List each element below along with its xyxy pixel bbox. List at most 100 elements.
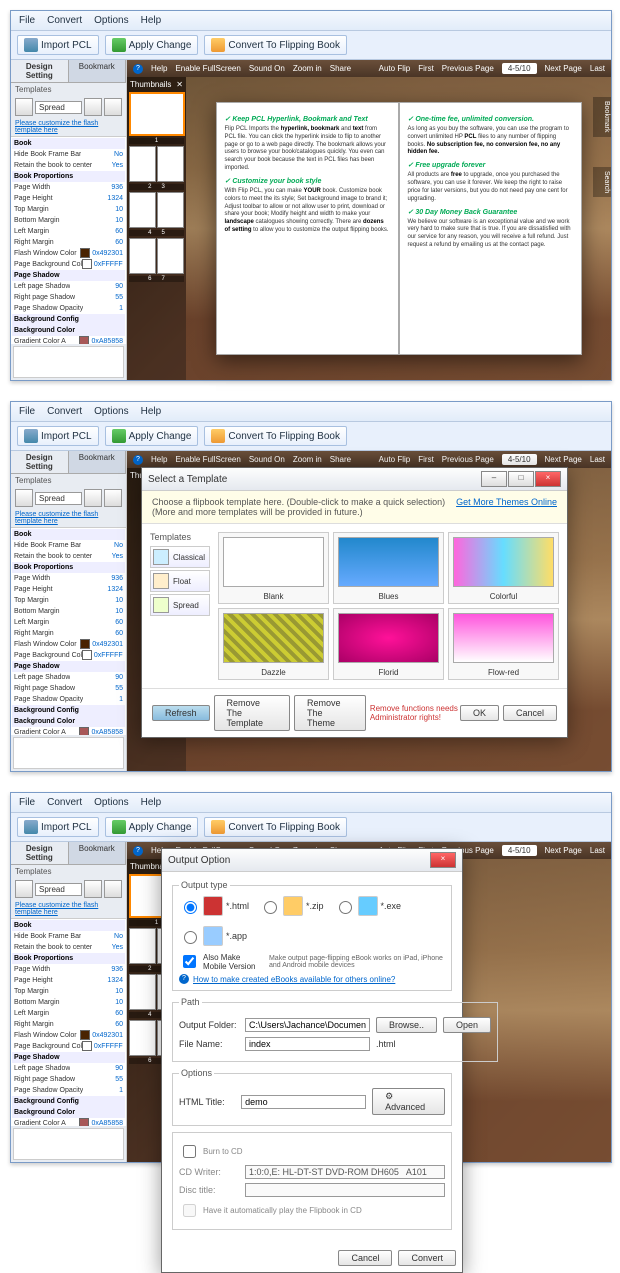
property-tree[interactable]: Book Hide Book Frame BarNo Retain the bo… bbox=[11, 527, 126, 735]
tab-design-setting[interactable]: Design Setting bbox=[11, 60, 69, 82]
prop-page-shadow-opacity[interactable]: Page Shadow Opacity1 bbox=[12, 303, 125, 314]
tab-bookmark[interactable]: Bookmark bbox=[69, 60, 127, 82]
thumbnail-2[interactable] bbox=[129, 928, 156, 964]
zoom-button[interactable]: Zoom in bbox=[293, 64, 322, 73]
template-load-button[interactable] bbox=[104, 98, 122, 116]
thumbnail-4[interactable] bbox=[129, 974, 156, 1010]
import-pcl-button[interactable]: Import PCL bbox=[17, 817, 99, 837]
autoflip-button[interactable]: Auto Flip bbox=[379, 64, 411, 73]
prop-hide-book-frame-bar[interactable]: Hide Book Frame BarNo bbox=[12, 540, 125, 551]
out-app-radio[interactable]: *.app bbox=[179, 926, 247, 946]
thumbnail-3[interactable] bbox=[157, 146, 184, 182]
prop-bottom-margin[interactable]: Bottom Margin10 bbox=[12, 606, 125, 617]
flipbook[interactable]: Keep PCL Hyperlink, Bookmark and Text Fl… bbox=[216, 102, 582, 355]
fullscreen-button[interactable]: Enable FullScreen bbox=[175, 64, 240, 73]
theme-blues[interactable]: Blues bbox=[333, 532, 444, 604]
prev-page-button[interactable]: Previous Page bbox=[442, 64, 494, 73]
share-button[interactable]: Share bbox=[330, 455, 351, 464]
prop-page-width[interactable]: Page Width936 bbox=[12, 573, 125, 584]
prop-left-margin[interactable]: Left Margin60 bbox=[12, 226, 125, 237]
prop-page-background-color[interactable]: Page Background Color0xFFFFFF bbox=[12, 259, 125, 270]
menu-help[interactable]: Help bbox=[141, 406, 162, 417]
close-button[interactable]: × bbox=[430, 852, 456, 868]
prop-flash-window-color[interactable]: Flash Window Color0x492301 bbox=[12, 639, 125, 650]
template-browse-button[interactable] bbox=[15, 489, 33, 507]
prop-right-page-shadow[interactable]: Right page Shadow55 bbox=[12, 292, 125, 303]
template-load-button[interactable] bbox=[104, 489, 122, 507]
tab-design-setting[interactable]: Design Setting bbox=[11, 842, 69, 864]
prop-book[interactable]: Book bbox=[12, 529, 125, 540]
last-page-button[interactable]: Last bbox=[590, 846, 605, 855]
prop-book-proportions[interactable]: Book Proportions bbox=[12, 171, 125, 182]
mobile-checkbox[interactable] bbox=[183, 955, 196, 968]
prop-page-height[interactable]: Page Height1324 bbox=[12, 975, 125, 986]
menu-options[interactable]: Options bbox=[94, 15, 128, 26]
remove-theme-button[interactable]: Remove The Theme bbox=[294, 695, 366, 731]
prop-background-color[interactable]: Background Color bbox=[12, 1107, 125, 1118]
html-title-input[interactable] bbox=[241, 1095, 366, 1109]
prev-page-button[interactable]: Previous Page bbox=[442, 455, 494, 464]
menu-help[interactable]: Help bbox=[141, 15, 162, 26]
out-zip-radio[interactable]: *.zip bbox=[259, 896, 324, 916]
remove-template-button[interactable]: Remove The Template bbox=[214, 695, 291, 731]
template-select[interactable]: Spread bbox=[35, 883, 82, 896]
apply-change-button[interactable]: Apply Change bbox=[105, 35, 199, 55]
import-pcl-button[interactable]: Import PCL bbox=[17, 426, 99, 446]
template-select[interactable]: Spread bbox=[35, 492, 82, 505]
theme-dazzle[interactable]: Dazzle bbox=[218, 608, 329, 680]
prop-book[interactable]: Book bbox=[12, 138, 125, 149]
customize-link[interactable]: Please customize the flash template here bbox=[11, 509, 126, 527]
theme-colorful[interactable]: Colorful bbox=[448, 532, 559, 604]
first-page-button[interactable]: First bbox=[418, 455, 434, 464]
menu-options[interactable]: Options bbox=[94, 797, 128, 808]
more-themes-link[interactable]: Get More Themes Online bbox=[456, 497, 557, 517]
prop-flash-window-color[interactable]: Flash Window Color0x492301 bbox=[12, 1030, 125, 1041]
advanced-button[interactable]: ⚙ Advanced bbox=[372, 1088, 445, 1115]
maximize-button[interactable]: □ bbox=[508, 471, 534, 487]
open-button[interactable]: Open bbox=[443, 1017, 491, 1033]
template-load-button[interactable] bbox=[104, 880, 122, 898]
refresh-button[interactable]: Refresh bbox=[152, 705, 210, 721]
prop-page-background-color[interactable]: Page Background Color0xFFFFFF bbox=[12, 650, 125, 661]
prop-page-height[interactable]: Page Height1324 bbox=[12, 193, 125, 204]
close-button[interactable]: × bbox=[535, 471, 561, 487]
prop-hide-book-frame-bar[interactable]: Hide Book Frame BarNo bbox=[12, 149, 125, 160]
prop-right-margin[interactable]: Right Margin60 bbox=[12, 628, 125, 639]
autoflip-button[interactable]: Auto Flip bbox=[379, 455, 411, 464]
apply-change-button[interactable]: Apply Change bbox=[105, 426, 199, 446]
first-page-button[interactable]: First bbox=[418, 64, 434, 73]
prop-right-page-shadow[interactable]: Right page Shadow55 bbox=[12, 683, 125, 694]
tab-bookmark[interactable]: Bookmark bbox=[69, 842, 127, 864]
page-indicator[interactable]: 4-5/10 bbox=[502, 454, 537, 465]
prop-left-page-shadow[interactable]: Left page Shadow90 bbox=[12, 672, 125, 683]
thumbnail-7[interactable] bbox=[157, 238, 184, 274]
thumbnail-close-icon[interactable]: ✕ bbox=[176, 80, 183, 89]
prop-page-height[interactable]: Page Height1324 bbox=[12, 584, 125, 595]
sidetab-bookmark[interactable]: Bookmark bbox=[593, 97, 611, 137]
template-save-button[interactable] bbox=[84, 880, 102, 898]
prop-right-margin[interactable]: Right Margin60 bbox=[12, 237, 125, 248]
prop-gradient-color-a[interactable]: Gradient Color A0xA85858 bbox=[12, 336, 125, 344]
prop-bottom-margin[interactable]: Bottom Margin10 bbox=[12, 215, 125, 226]
prop-book-proportions[interactable]: Book Proportions bbox=[12, 953, 125, 964]
prop-page-shadow[interactable]: Page Shadow bbox=[12, 1052, 125, 1063]
theme-blank[interactable]: Blank bbox=[218, 532, 329, 604]
template-float[interactable]: Float bbox=[150, 570, 210, 592]
prop-background-color[interactable]: Background Color bbox=[12, 325, 125, 336]
convert-button[interactable]: Convert To Flipping Book bbox=[204, 426, 347, 446]
property-tree[interactable]: Book Hide Book Frame BarNo Retain the bo… bbox=[11, 918, 126, 1126]
convert-button[interactable]: Convert To Flipping Book bbox=[204, 817, 347, 837]
prop-page-width[interactable]: Page Width936 bbox=[12, 182, 125, 193]
theme-flow-red[interactable]: Flow-red bbox=[448, 608, 559, 680]
customize-link[interactable]: Please customize the flash template here bbox=[11, 900, 126, 918]
menu-convert[interactable]: Convert bbox=[47, 406, 82, 417]
out-html-radio[interactable]: *.html bbox=[179, 896, 249, 916]
sound-button[interactable]: Sound On bbox=[249, 455, 285, 464]
template-browse-button[interactable] bbox=[15, 880, 33, 898]
tab-bookmark[interactable]: Bookmark bbox=[69, 451, 127, 473]
prop-left-page-shadow[interactable]: Left page Shadow90 bbox=[12, 1063, 125, 1074]
prop-retain-the-book-to-center[interactable]: Retain the book to centerYes bbox=[12, 942, 125, 953]
page-indicator[interactable]: 4-5/10 bbox=[502, 63, 537, 74]
prop-bottom-margin[interactable]: Bottom Margin10 bbox=[12, 997, 125, 1008]
help-icon[interactable]: ? bbox=[133, 455, 143, 465]
